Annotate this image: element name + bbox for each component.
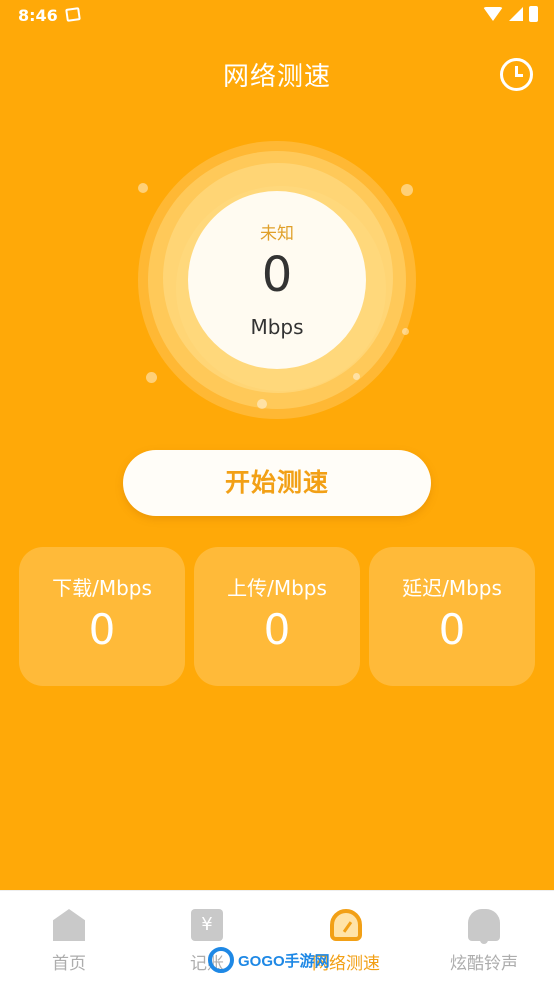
home-icon bbox=[53, 909, 85, 941]
page-title: 网络测速 bbox=[222, 62, 331, 92]
latency-label: 延迟/Mbps bbox=[402, 576, 502, 600]
gauge-center: 未知 0 Mbps bbox=[188, 191, 366, 369]
signal-icon bbox=[509, 7, 523, 21]
decor-dot bbox=[353, 373, 360, 380]
nav-item-ringtones[interactable]: 炫酷铃声 bbox=[415, 891, 553, 984]
decor-dot bbox=[146, 372, 157, 383]
decor-dot bbox=[402, 328, 409, 335]
upload-label: 上传/Mbps bbox=[227, 576, 327, 600]
watermark-text: GOGO手游网 bbox=[238, 952, 330, 970]
history-clock-icon[interactable] bbox=[500, 58, 533, 91]
nav-item-home[interactable]: 首页 bbox=[0, 891, 138, 984]
gauge-unit: Mbps bbox=[250, 315, 304, 339]
nav-label-home: 首页 bbox=[52, 954, 86, 974]
gauge-status: 未知 bbox=[260, 224, 294, 244]
gauge-value: 0 bbox=[261, 247, 293, 303]
bell-icon bbox=[468, 909, 500, 944]
notification-icon bbox=[65, 7, 81, 22]
speed-gauge: 未知 0 Mbps bbox=[138, 141, 416, 419]
wifi-icon bbox=[483, 7, 503, 21]
watermark: GOGO手游网 bbox=[208, 946, 330, 974]
start-test-button[interactable]: 开始测速 bbox=[123, 450, 431, 516]
decor-dot bbox=[401, 184, 413, 196]
status-bar: 8:46 bbox=[0, 0, 554, 32]
download-card: 下载/Mbps 0 bbox=[19, 547, 185, 686]
latency-card: 延迟/Mbps 0 bbox=[369, 547, 535, 686]
ledger-icon: ¥ bbox=[191, 909, 223, 941]
decor-dot bbox=[257, 399, 267, 409]
status-time: 8:46 bbox=[18, 6, 58, 25]
battery-icon bbox=[529, 6, 538, 22]
watermark-logo-icon bbox=[208, 947, 234, 973]
latency-value: 0 bbox=[438, 605, 466, 654]
nav-label-ringtones: 炫酷铃声 bbox=[450, 954, 518, 974]
speedometer-icon bbox=[330, 909, 362, 941]
upload-value: 0 bbox=[263, 605, 291, 654]
download-label: 下载/Mbps bbox=[52, 576, 152, 600]
download-value: 0 bbox=[88, 605, 116, 654]
status-icons bbox=[483, 6, 538, 22]
decor-dot bbox=[138, 183, 148, 193]
upload-card: 上传/Mbps 0 bbox=[194, 547, 360, 686]
